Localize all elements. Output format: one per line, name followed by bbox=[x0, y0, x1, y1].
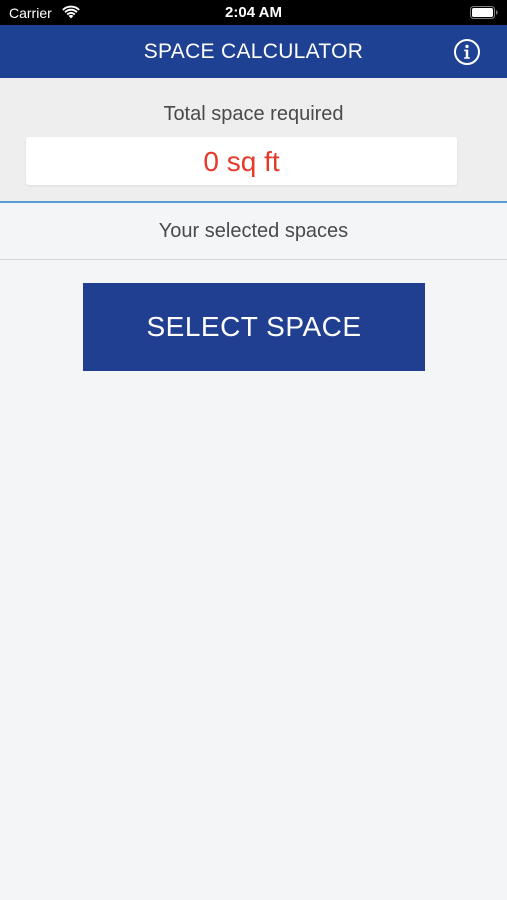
total-space-value: 0 sq ft bbox=[203, 146, 280, 177]
info-icon[interactable] bbox=[453, 38, 481, 66]
total-space-value-box: 0 sq ft bbox=[26, 137, 457, 185]
navigation-bar: SPACE CALCULATOR bbox=[0, 25, 507, 78]
status-time: 2:04 AM bbox=[225, 4, 282, 21]
select-space-button[interactable]: SELECT SPACE bbox=[83, 283, 425, 371]
total-space-label: Total space required bbox=[163, 103, 344, 125]
page-title: SPACE CALCULATOR bbox=[143, 40, 364, 63]
status-bar: Carrier 2:04 AM bbox=[0, 0, 507, 25]
total-space-panel: Total space required 0 sq ft bbox=[0, 78, 507, 201]
selected-spaces-label: Your selected spaces bbox=[158, 220, 349, 242]
battery-icon bbox=[470, 6, 498, 19]
selected-spaces-header: Your selected spaces bbox=[0, 203, 507, 260]
